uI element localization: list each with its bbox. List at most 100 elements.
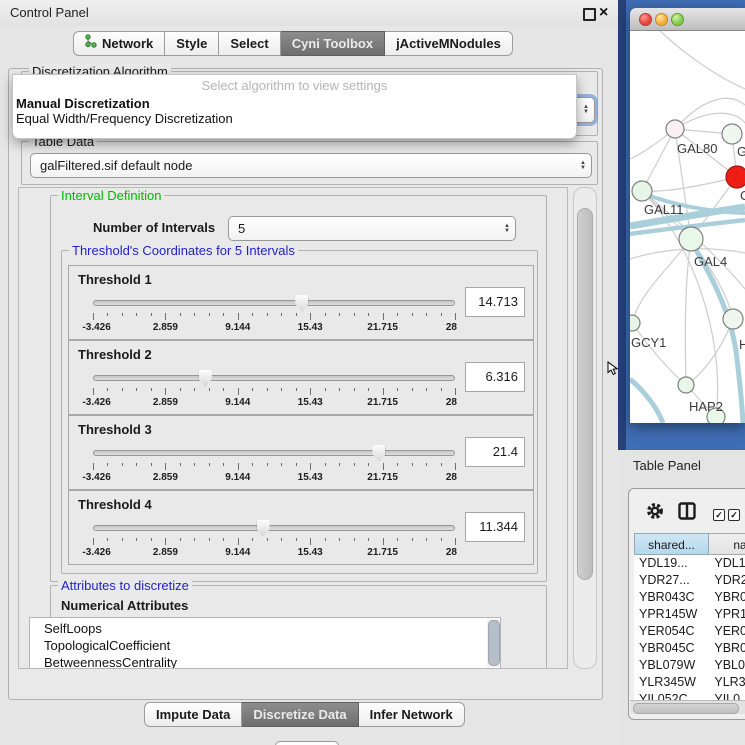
settings-scrollbar-thumb[interactable] bbox=[577, 208, 593, 580]
tab-style[interactable]: Style bbox=[165, 31, 219, 56]
threshold-1-value-field[interactable]: 14.713 bbox=[465, 287, 525, 317]
slider-tick-labels: -3.426 2.859 9.144 15.43 21.715 28 bbox=[93, 322, 455, 334]
table-data-value: galFiltered.sif default node bbox=[40, 158, 192, 173]
combo-spinner-icon: ▲▼ bbox=[583, 105, 589, 115]
slider-ticks bbox=[93, 463, 455, 470]
column-header-shared-name[interactable]: shared... bbox=[634, 533, 709, 555]
threshold-2-panel: Threshold 2 -3.426 2.859 9.144 15.43 bbox=[68, 340, 534, 415]
zoom-window-icon[interactable] bbox=[671, 13, 684, 26]
list-item[interactable]: BetweennessCentrality bbox=[30, 654, 500, 669]
popup-item-manual-discretization[interactable]: Manual Discretization bbox=[13, 96, 576, 111]
number-of-intervals-value: 5 bbox=[238, 221, 245, 236]
table-row[interactable]: YDL19...YDL1 bbox=[634, 555, 745, 572]
tab-network-label: Network bbox=[102, 32, 153, 55]
slider-thumb[interactable] bbox=[295, 295, 308, 312]
slider-track[interactable] bbox=[93, 525, 455, 531]
tab-jactivemnodules[interactable]: jActiveMNodules bbox=[385, 31, 513, 56]
popup-item-equal-width-frequency[interactable]: Equal Width/Frequency Discretization bbox=[13, 111, 576, 126]
float-window-icon[interactable] bbox=[583, 8, 596, 21]
table-row[interactable]: YBL079WYBL0 bbox=[634, 657, 745, 674]
node-label-gal11: GAL11 bbox=[644, 202, 684, 217]
slider-thumb[interactable] bbox=[199, 370, 212, 387]
threshold-4-slider[interactable]: -3.426 2.859 9.144 15.43 21.715 28 bbox=[93, 519, 455, 559]
tab-network[interactable]: Network bbox=[73, 31, 165, 56]
slider-thumb[interactable] bbox=[257, 520, 270, 537]
node-label-gal80: GAL80 bbox=[677, 141, 717, 156]
node-gcy1[interactable] bbox=[630, 315, 640, 331]
table-scrollbar-thumb[interactable] bbox=[633, 703, 739, 714]
node-hap2[interactable] bbox=[678, 377, 694, 393]
node-top-right[interactable] bbox=[722, 124, 742, 144]
table-row[interactable]: YBR045CYBR0 bbox=[634, 640, 745, 657]
checkbox-checked-icon[interactable]: ✓ bbox=[713, 509, 725, 521]
split-columns-icon[interactable] bbox=[678, 502, 696, 520]
node-gal80[interactable] bbox=[666, 120, 684, 138]
node-label-clipped-c: C bbox=[740, 188, 745, 203]
table-row[interactable]: YLR345WYLR3 bbox=[634, 674, 745, 691]
slider-ticks bbox=[93, 313, 455, 320]
node-gal4[interactable] bbox=[679, 227, 703, 251]
threshold-4-value-field[interactable]: 11.344 bbox=[465, 512, 525, 542]
slider-thumb[interactable] bbox=[372, 445, 385, 462]
list-item[interactable]: TopologicalCoefficient bbox=[30, 637, 500, 654]
settings-vertical-scrollbar[interactable] bbox=[573, 187, 597, 669]
threshold-3-label: Threshold 3 bbox=[78, 422, 152, 437]
network-view-window: GAL80 GA C GAL11 GAL4 GCY1 H HAP2 bbox=[630, 8, 745, 423]
numerical-attributes-list[interactable]: SelfLoops TopologicalCoefficient Between… bbox=[29, 617, 501, 669]
tab-cyni-toolbox[interactable]: Cyni Toolbox bbox=[281, 31, 385, 56]
table-row[interactable]: YPR145WYPR1 bbox=[634, 606, 745, 623]
node-right[interactable] bbox=[723, 309, 743, 329]
threshold-1-slider[interactable]: -3.426 2.859 9.144 15.43 21.715 28 bbox=[93, 294, 455, 334]
number-of-intervals-label: Number of Intervals bbox=[93, 220, 215, 235]
threshold-2-label: Threshold 2 bbox=[78, 347, 152, 362]
table-header-row: shared... na bbox=[634, 533, 745, 555]
interval-definition-label: Interval Definition bbox=[58, 188, 164, 203]
mouse-cursor bbox=[607, 361, 620, 376]
close-panel-icon[interactable]: × bbox=[599, 3, 608, 23]
threshold-2-slider[interactable]: -3.426 2.859 9.144 15.43 21.715 28 bbox=[93, 369, 455, 409]
slider-ticks bbox=[93, 538, 455, 545]
network-window-titlebar[interactable] bbox=[630, 8, 745, 31]
settings-gear-icon[interactable] bbox=[645, 501, 665, 521]
column-visibility-checkboxes[interactable]: ✓✓ bbox=[713, 505, 743, 523]
list-scrollbar-thumb[interactable] bbox=[488, 620, 500, 666]
minimize-window-icon[interactable] bbox=[655, 13, 668, 26]
node-gal11[interactable] bbox=[632, 181, 652, 201]
top-tab-bar: Network Style Select Cyni Toolbox jActiv… bbox=[73, 31, 513, 56]
number-of-intervals-combobox[interactable]: 5 ▲▼ bbox=[228, 216, 516, 241]
node-label-gcy1: GCY1 bbox=[631, 335, 666, 350]
threshold-3-slider[interactable]: -3.426 2.859 9.144 15.43 21.715 28 bbox=[93, 444, 455, 484]
list-scrollbar[interactable] bbox=[487, 619, 499, 667]
table-data-combobox[interactable]: galFiltered.sif default node ▲▼ bbox=[30, 153, 592, 178]
threshold-1-label: Threshold 1 bbox=[78, 272, 152, 287]
table-panel-title: Table Panel bbox=[633, 458, 701, 473]
threshold-4-label: Threshold 4 bbox=[78, 497, 152, 512]
column-header-name[interactable]: na bbox=[709, 533, 745, 555]
thresholds-group-label: Threshold's Coordinates for 5 Intervals bbox=[69, 243, 298, 258]
node-red-selected[interactable] bbox=[726, 166, 745, 188]
checkbox-checked-icon[interactable]: ✓ bbox=[728, 509, 740, 521]
slider-track[interactable] bbox=[93, 375, 455, 381]
table-row[interactable]: YER054CYER0 bbox=[634, 623, 745, 640]
tab-discretize-data[interactable]: Discretize Data bbox=[242, 702, 358, 727]
threshold-3-value-field[interactable]: 21.4 bbox=[465, 437, 525, 467]
table-row[interactable]: YDR27...YDR2 bbox=[634, 572, 745, 589]
close-window-icon[interactable] bbox=[639, 13, 652, 26]
threshold-2-value-field[interactable]: 6.316 bbox=[465, 362, 525, 392]
slider-track[interactable] bbox=[93, 300, 455, 306]
tab-infer-network[interactable]: Infer Network bbox=[359, 702, 465, 727]
desktop-left-edge bbox=[618, 0, 626, 450]
tab-impute-data[interactable]: Impute Data bbox=[144, 702, 242, 727]
settings-scroll-panel: Interval Definition Number of Intervals … bbox=[18, 187, 568, 669]
list-item[interactable]: SelfLoops bbox=[30, 618, 500, 637]
table-panel: Table Panel ✓✓ shared... bbox=[618, 450, 745, 745]
table-horizontal-scrollbar[interactable] bbox=[630, 700, 745, 714]
tab-select[interactable]: Select bbox=[219, 31, 280, 56]
network-canvas[interactable]: GAL80 GA C GAL11 GAL4 GCY1 H HAP2 bbox=[630, 31, 745, 423]
apply-button[interactable]: Apply bbox=[275, 741, 339, 745]
bottom-tab-bar: Impute Data Discretize Data Infer Networ… bbox=[144, 702, 465, 727]
slider-track[interactable] bbox=[93, 450, 455, 456]
table-row[interactable]: YBR043CYBR0 bbox=[634, 589, 745, 606]
slider-tick-labels: -3.426 2.859 9.144 15.43 21.715 28 bbox=[93, 397, 455, 409]
popup-hint-item[interactable]: Select algorithm to view settings bbox=[13, 75, 576, 96]
